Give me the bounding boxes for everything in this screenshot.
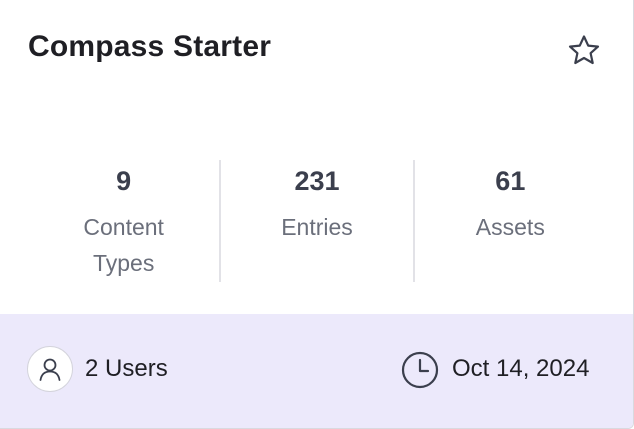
clock-icon xyxy=(400,350,440,390)
stat-label: Content Types xyxy=(83,214,164,276)
stat-value: 9 xyxy=(116,166,132,196)
stat-value: 61 xyxy=(495,166,526,196)
stats-row: 9 Content Types 231 Entries 61 Assets xyxy=(28,160,606,282)
stat-assets: 61 Assets xyxy=(412,160,606,282)
star-icon[interactable] xyxy=(566,33,602,69)
space-card[interactable]: Compass Starter 9 Content Types 231 Entr… xyxy=(0,0,634,429)
stat-entries: 231 Entries xyxy=(219,160,412,282)
stat-label: Assets xyxy=(475,214,545,240)
stat-value: 231 xyxy=(294,166,340,196)
users-count: 2 Users xyxy=(85,355,168,382)
stat-label: Entries xyxy=(281,214,353,240)
updated-date: Oct 14, 2024 xyxy=(452,355,590,382)
stat-content-types: 9 Content Types xyxy=(28,160,219,282)
user-icon xyxy=(27,346,73,392)
card-title: Compass Starter xyxy=(28,30,272,63)
